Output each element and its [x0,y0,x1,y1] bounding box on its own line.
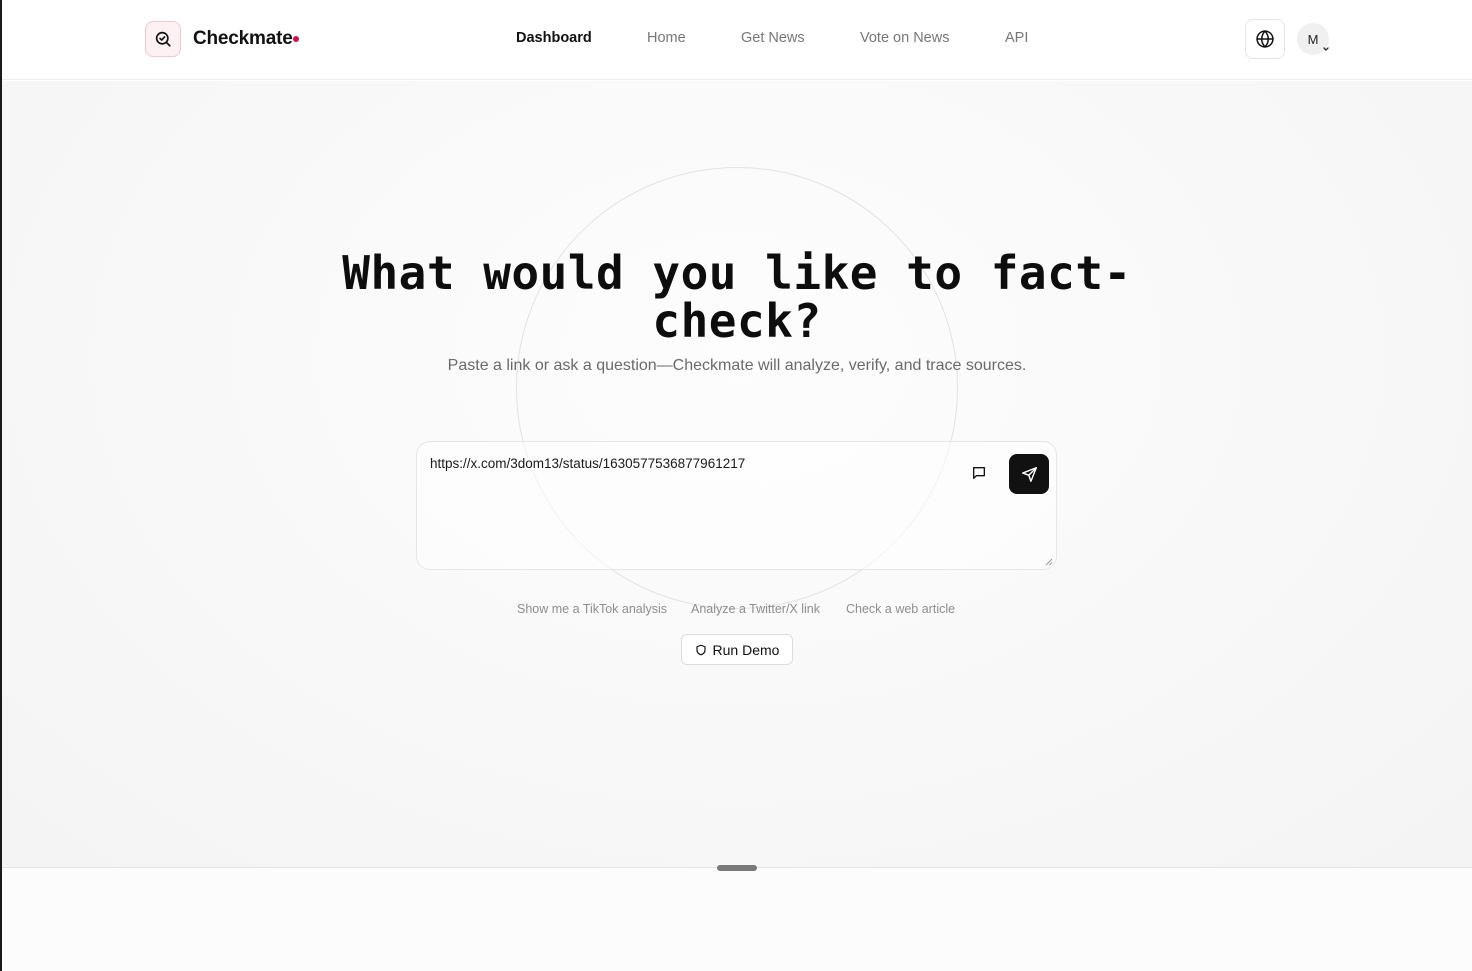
globe-icon [1256,30,1274,48]
nav-dashboard[interactable]: Dashboard [516,30,592,46]
nav-home[interactable]: Home [647,30,686,46]
chat-mode-button[interactable] [970,464,988,482]
nav-vote-on-news[interactable]: Vote on News [860,30,949,46]
shield-icon [695,644,706,655]
bottom-panel [2,865,1472,971]
send-button[interactable] [1009,454,1049,494]
run-demo-label: Run Demo [712,641,780,658]
message-square-icon [973,467,985,479]
chevron-down-icon[interactable] [1321,45,1331,53]
top-nav-bar: Checkmate Dashboard Home Get News Vote o… [2,0,1472,80]
resize-handle[interactable] [1045,558,1053,566]
panel-drag-handle[interactable] [717,865,757,871]
nav-api[interactable]: API [1005,30,1028,46]
avatar-initial: M [1307,31,1319,47]
send-icon [1021,466,1037,482]
suggestion-web-article[interactable]: Check a web article [846,602,955,616]
query-textarea[interactable]: https://x.com/3dom13/status/163057753687… [416,441,1057,570]
query-input-value[interactable]: https://x.com/3dom13/status/163057753687… [430,456,745,471]
suggestion-twitter[interactable]: Analyze a Twitter/X link [691,602,820,616]
nav-get-news[interactable]: Get News [741,30,805,46]
page-title: What would you like to fact-check? [342,246,1132,348]
language-button[interactable] [1245,19,1285,59]
suggestion-tiktok[interactable]: Show me a TikTok analysis [517,602,667,616]
page-subtitle: Paste a link or ask a question—Checkmate… [447,357,1027,374]
main-content: What would you like to fact-check? Paste… [2,81,1472,867]
run-demo-button[interactable]: Run Demo [681,634,793,665]
